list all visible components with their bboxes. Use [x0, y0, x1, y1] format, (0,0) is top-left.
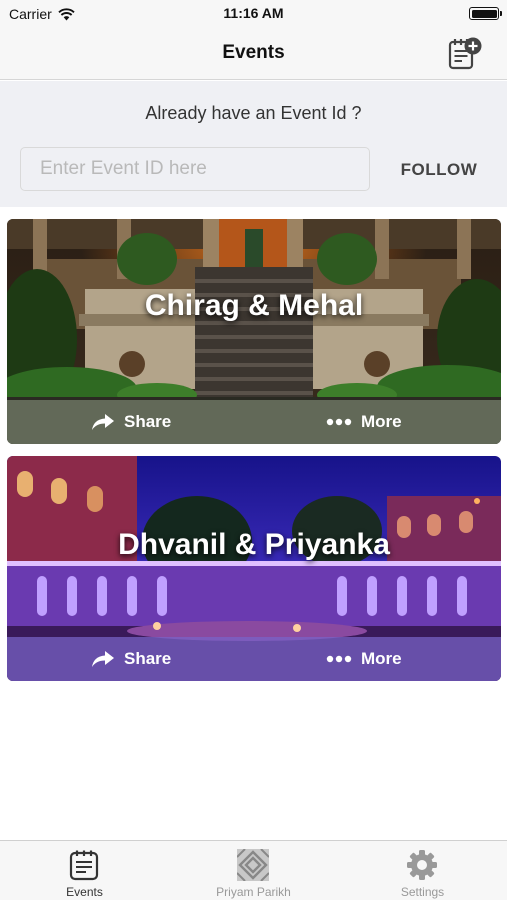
event-card[interactable]: Chirag & Mehal Share More: [7, 219, 501, 444]
status-time: 11:16 AM: [223, 5, 284, 21]
follow-button[interactable]: FOLLOW: [392, 157, 486, 183]
gear-icon: [407, 850, 437, 880]
tab-profile[interactable]: Priyam Parikh: [169, 841, 338, 900]
event-name: Chirag & Mehal: [144, 289, 364, 322]
studio-logo-icon: [237, 849, 269, 881]
add-event-icon: [448, 37, 482, 70]
add-event-button[interactable]: [447, 36, 483, 72]
follow-event-section: Already have an Event Id ? FOLLOW: [0, 81, 507, 207]
more-dots-icon: [326, 418, 352, 426]
events-list-icon: [69, 850, 99, 881]
tab-label: Priyam Parikh: [216, 885, 291, 899]
event-card-actions: Share More: [7, 637, 501, 681]
tab-bar: Events Priyam Parikh Settings: [0, 840, 507, 900]
share-button[interactable]: Share: [91, 410, 171, 434]
battery-icon: [469, 7, 502, 20]
tab-settings[interactable]: Settings: [338, 841, 507, 900]
more-label: More: [361, 412, 402, 431]
navigation-bar: Events: [0, 28, 507, 80]
more-dots-icon: [326, 655, 352, 663]
event-id-input[interactable]: [20, 147, 370, 191]
share-arrow-icon: [92, 414, 114, 430]
tab-label: Events: [66, 885, 103, 899]
share-arrow-icon: [92, 651, 114, 667]
event-name: Dhvanil & Priyanka: [118, 528, 390, 561]
page-title: Events: [222, 42, 285, 63]
tab-label: Settings: [400, 885, 445, 899]
event-card[interactable]: Dhvanil & Priyanka Share More: [7, 456, 501, 681]
share-label: Share: [124, 412, 172, 431]
event-card-actions: Share More: [7, 400, 501, 444]
more-label: More: [361, 649, 402, 668]
tab-events[interactable]: Events: [0, 841, 169, 900]
more-button[interactable]: More: [326, 647, 402, 671]
share-button[interactable]: Share: [91, 647, 171, 671]
status-bar: Carrier 11:16 AM: [0, 0, 507, 28]
share-label: Share: [124, 649, 172, 668]
follow-prompt: Already have an Event Id ?: [145, 103, 362, 123]
more-button[interactable]: More: [326, 410, 402, 434]
